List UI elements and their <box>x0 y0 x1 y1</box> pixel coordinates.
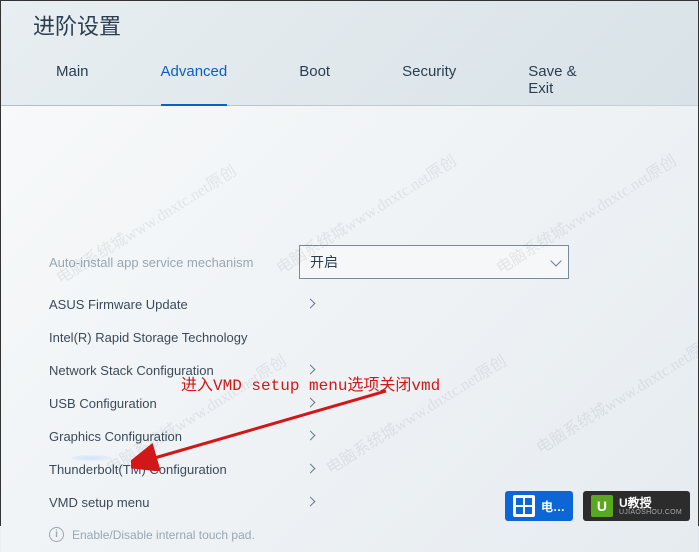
logo-b-text: U教授 <box>619 497 682 509</box>
tab-main[interactable]: Main <box>56 55 89 105</box>
logo-a-text: 电… <box>541 498 565 515</box>
tab-advanced[interactable]: Advanced <box>161 55 228 105</box>
auto-install-dropdown[interactable]: 开启 <box>299 245 569 279</box>
row-intel-rst[interactable]: Intel(R) Rapid Storage Technology <box>49 321 658 354</box>
row-label: Intel(R) Rapid Storage Technology <box>49 330 299 345</box>
row-asus-firmware[interactable]: ASUS Firmware Update <box>49 288 658 321</box>
tab-save-exit[interactable]: Save & Exit <box>528 55 596 105</box>
row-graphics-config[interactable]: Graphics Configuration <box>49 420 658 453</box>
logo-ujiaoshou: U U教授 UJIAOSHOU.COM <box>583 491 690 521</box>
chevron-down-icon <box>550 255 561 266</box>
annotation-text: 进入VMD setup menu选项关闭vmd <box>181 371 440 395</box>
chevron-right-icon <box>306 464 316 474</box>
row-label: Auto-install app service mechanism <box>49 255 299 270</box>
chevron-right-icon <box>306 497 316 507</box>
logo-strip: 电… U U教授 UJIAOSHOU.COM <box>505 491 690 521</box>
tab-boot[interactable]: Boot <box>299 55 330 105</box>
tab-bar: Main Advanced Boot Security Save & Exit <box>1 55 698 105</box>
hint-text: Enable/Disable internal touch pad. <box>72 528 255 542</box>
row-label: VMD setup menu <box>49 495 299 510</box>
logo-dnxtc: 电… <box>505 491 573 521</box>
settings-panel: Auto-install app service mechanism 开启 AS… <box>1 106 698 552</box>
dropdown-value: 开启 <box>310 254 338 270</box>
page-title: 进阶设置 <box>1 1 698 55</box>
tab-security[interactable]: Security <box>402 55 456 105</box>
row-thunderbolt-config[interactable]: Thunderbolt(TM) Configuration <box>49 453 658 486</box>
logo-b-sub: UJIAOSHOU.COM <box>619 509 682 516</box>
chevron-right-icon <box>306 431 316 441</box>
row-label: ASUS Firmware Update <box>49 297 299 312</box>
row-label: Thunderbolt(TM) Configuration <box>49 462 299 477</box>
row-label: Graphics Configuration <box>49 429 299 444</box>
info-icon: i <box>49 527 64 542</box>
row-auto-install[interactable]: Auto-install app service mechanism 开启 <box>49 236 658 288</box>
windows-icon <box>513 495 535 517</box>
hint-row: i Enable/Disable internal touch pad. <box>49 519 658 542</box>
chevron-right-icon <box>306 299 316 309</box>
chevron-right-icon <box>306 398 316 408</box>
row-label: USB Configuration <box>49 396 299 411</box>
u-badge-icon: U <box>591 495 613 517</box>
